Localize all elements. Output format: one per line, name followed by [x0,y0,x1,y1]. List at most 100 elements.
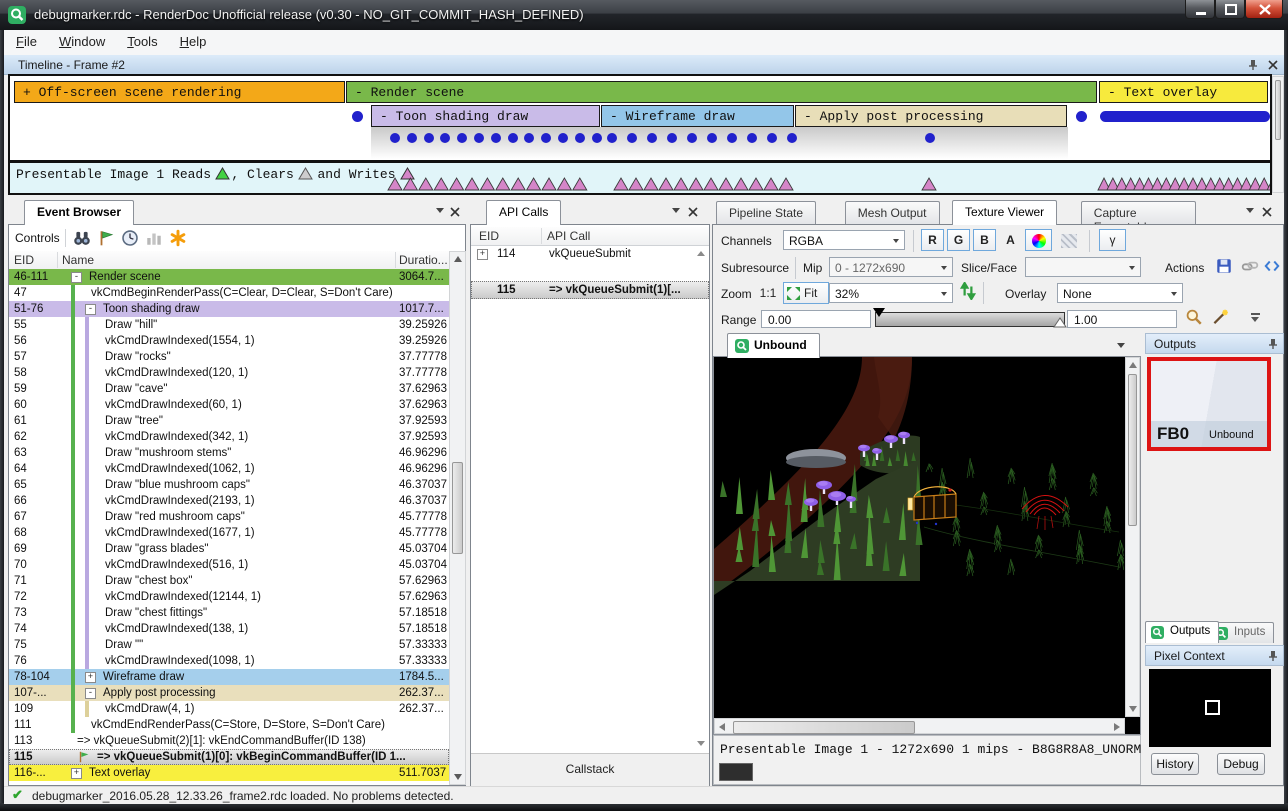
timeline-header[interactable]: Timeline - Frame #2 [4,55,1284,75]
zoom-select[interactable]: 32% [829,283,953,303]
save-icon[interactable] [1215,257,1233,275]
histogram-wand-icon[interactable] [1211,308,1229,326]
event-row[interactable]: 74vkCmdDrawIndexed(138, 1)57.18518 [9,621,449,637]
eb-column-header[interactable]: EID Name Duratio... [9,251,449,270]
bookmark-flag-icon[interactable] [97,229,115,247]
event-row[interactable]: 60vkCmdDrawIndexed(60, 1)37.62963 [9,397,449,413]
draw-call-dot[interactable] [474,133,484,143]
draw-call-dot[interactable] [575,133,585,143]
time-draws-clock-icon[interactable] [121,229,139,247]
event-row[interactable]: 73Draw "chest fittings"57.18518 [9,605,449,621]
menu-tools[interactable]: Tools [127,34,157,49]
close-button[interactable] [1245,0,1283,19]
draw-call-dot[interactable] [747,133,757,143]
draw-call-dot[interactable] [767,133,777,143]
zoom-1to1-button[interactable]: 1:1 [755,282,781,304]
event-row[interactable]: 65Draw "blue mushroom caps"46.37037 [9,477,449,493]
timeline-bar-offscreen[interactable]: + Off-screen scene rendering [14,81,345,103]
event-row[interactable]: 62vkCmdDrawIndexed(342, 1)37.92593 [9,429,449,445]
texture-hscroll[interactable] [714,718,1125,734]
event-row[interactable]: 46-111-Render scene3064.7... [9,269,449,285]
range-slider[interactable] [875,312,1065,327]
pin-icon[interactable] [1268,338,1278,350]
range-min-input[interactable]: 0.00 [761,310,871,328]
tab-pipeline-state[interactable]: Pipeline State [716,201,816,225]
timeline-bar-postproc[interactable]: - Apply post processing [795,105,1067,127]
channel-a-button[interactable]: A [999,229,1022,251]
range-white-handle[interactable] [1053,317,1067,328]
event-row[interactable]: 71Draw "chest box"57.62963 [9,573,449,589]
expander-icon[interactable]: - [85,688,96,699]
texture-tab-dropdown-icon[interactable] [1117,343,1125,352]
slice-face-select[interactable] [1025,257,1141,277]
timeline-usage-strip[interactable]: Presentable Image 1 Reads , Clears and W… [8,162,1272,195]
api-scroll-down-icon[interactable] [697,741,705,746]
tab-api-calls[interactable]: API Calls [486,200,561,225]
tab-mesh-output[interactable]: Mesh Output [845,201,940,225]
api-scroll-up-icon[interactable] [697,251,705,256]
colorwheel-button[interactable] [1025,229,1052,251]
draw-call-dot[interactable] [607,133,617,143]
api-row[interactable]: + 114 vkQueueSubmit [471,245,709,263]
tv-tab-dropdown-icon[interactable] [1246,208,1254,217]
texture-viewport[interactable] [713,356,1141,735]
event-row[interactable]: 115=> vkQueueSubmit(1)[0]: vkBeginComman… [9,749,449,765]
range-black-handle[interactable] [873,308,885,323]
event-row[interactable]: 107-...-Apply post processing262.37... [9,685,449,701]
event-row[interactable]: 51-76-Toon shading draw1017.7... [9,301,449,317]
tv-close-icon[interactable] [1262,207,1272,217]
code-icon[interactable] [1263,257,1281,275]
pixel-context-header[interactable]: Pixel Context [1145,645,1284,666]
channel-g-button[interactable]: G [947,229,970,251]
eb-tab-dropdown-icon[interactable] [436,208,444,217]
draw-call-dot[interactable] [687,133,697,143]
tab-texture-viewer[interactable]: Texture Viewer [952,200,1057,225]
zoom-fit-button[interactable]: Fit [783,282,829,304]
close-panel-icon[interactable] [1268,60,1278,70]
draw-call-dot[interactable] [407,133,417,143]
event-row[interactable]: 109vkCmdDraw(4, 1)262.37... [9,701,449,717]
event-row[interactable]: 72vkCmdDrawIndexed(12144, 1)57.62963 [9,589,449,605]
mip-select[interactable]: 0 - 1272x690 [829,257,953,277]
event-row[interactable]: 57Draw "rocks"37.77778 [9,349,449,365]
pixel-context-view[interactable] [1149,669,1271,747]
event-row[interactable]: 67Draw "red mushroom caps"45.77778 [9,509,449,525]
draw-call-dot[interactable] [1076,111,1087,122]
api-column-header[interactable]: EID API Call [471,227,709,246]
texture-vscroll[interactable] [1125,357,1140,717]
channel-b-button[interactable]: B [973,229,996,251]
draw-call-dot[interactable] [627,133,637,143]
draw-call-dot[interactable] [667,133,677,143]
event-row[interactable]: 47vkCmdBeginRenderPass(C=Clear, D=Clear,… [9,285,449,301]
flip-y-icon[interactable] [959,282,977,300]
toolbar-overflow-icon[interactable] [1251,313,1260,326]
event-row[interactable]: 64vkCmdDrawIndexed(1062, 1)46.96296 [9,461,449,477]
timeline-bar-text-overlay[interactable]: - Text overlay [1099,81,1268,103]
draw-call-dot[interactable] [558,133,568,143]
tab-outputs[interactable]: Outputs [1145,621,1219,643]
draw-call-dot[interactable] [727,133,737,143]
draw-call-dot[interactable] [491,133,501,143]
maximize-button[interactable] [1215,0,1245,19]
event-row[interactable]: 68vkCmdDrawIndexed(1677, 1)45.77778 [9,525,449,541]
minimize-button[interactable] [1185,0,1215,19]
event-row[interactable]: 70vkCmdDrawIndexed(516, 1)45.03704 [9,557,449,573]
event-row[interactable]: 69Draw "grass blades"45.03704 [9,541,449,557]
menu-file[interactable]: File [16,34,37,49]
draw-call-dot[interactable] [787,133,797,143]
timeline-bar-toon[interactable]: - Toon shading draw [371,105,600,127]
timeline-bar-render-scene[interactable]: - Render scene [346,81,1097,103]
expander-icon[interactable]: - [85,304,96,315]
event-row[interactable]: 116-...+Text overlay511.7037 [9,765,449,781]
eb-close-icon[interactable] [450,207,460,217]
filter-asterisk-icon[interactable] [169,229,187,247]
timeline-scrollbar[interactable] [1272,76,1284,193]
draw-call-dot[interactable] [508,133,518,143]
debug-button[interactable]: Debug [1217,753,1265,775]
event-row[interactable]: 78-104+Wireframe draw1784.5... [9,669,449,685]
event-row[interactable]: 61Draw "tree"37.92593 [9,413,449,429]
channel-r-button[interactable]: R [921,229,944,251]
event-row[interactable]: 56vkCmdDrawIndexed(1554, 1)39.25926 [9,333,449,349]
draw-call-dot[interactable] [707,133,717,143]
expander-icon[interactable]: + [477,249,488,260]
